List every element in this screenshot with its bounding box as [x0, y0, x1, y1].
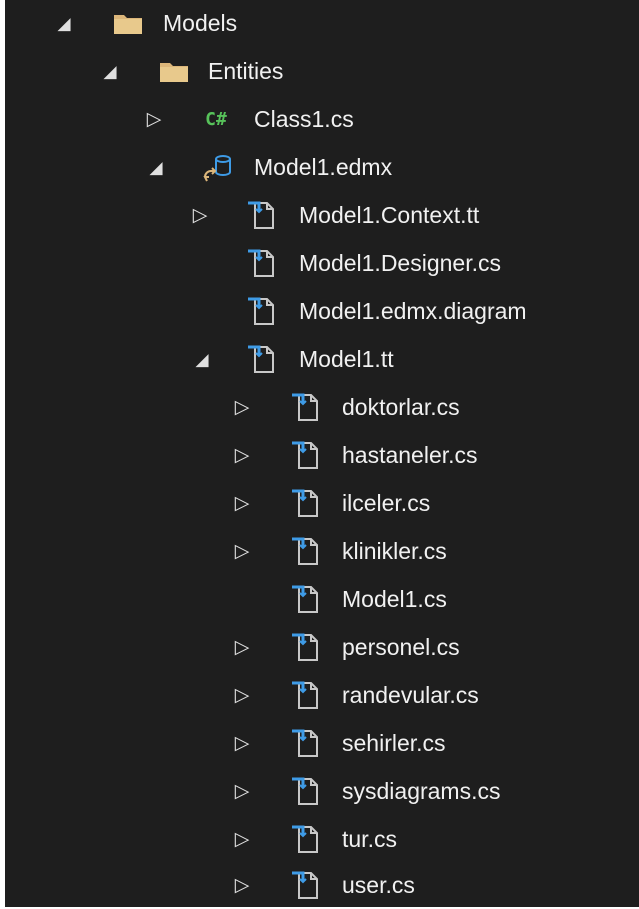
tree-node-label: Model1.edmx.diagram — [299, 298, 527, 324]
tree-node-label: randevular.cs — [342, 682, 479, 708]
tree-node-model1-edmx-diagram[interactable]: Model1.edmx.diagram — [5, 288, 639, 335]
generated-file-icon — [289, 487, 323, 519]
tree-node-model1-tt[interactable]: ◢ Model1.tt — [5, 336, 639, 383]
folder-icon — [157, 55, 191, 87]
tree-node-label: tur.cs — [342, 826, 397, 852]
collapsed-arrow-icon[interactable]: ▷ — [233, 541, 251, 561]
tree-node-label: Model1.Designer.cs — [299, 250, 501, 276]
tree-node-randevular-cs[interactable]: ▷ randevular.cs — [5, 672, 639, 719]
collapsed-arrow-icon[interactable]: ▷ — [233, 685, 251, 705]
collapsed-arrow-icon[interactable]: ▷ — [233, 637, 251, 657]
collapsed-arrow-icon[interactable]: ▷ — [145, 109, 163, 129]
tree-node-models[interactable]: ◢ Models — [5, 0, 639, 47]
collapsed-arrow-icon[interactable]: ▷ — [233, 493, 251, 513]
tree-node-model1-context-tt[interactable]: ▷ Model1.Context.tt — [5, 192, 639, 239]
collapsed-arrow-icon[interactable]: ▷ — [233, 781, 251, 801]
tree-node-label: klinikler.cs — [342, 538, 447, 564]
collapsed-arrow-icon[interactable]: ▷ — [233, 875, 251, 895]
tree-node-model1-designer-cs[interactable]: Model1.Designer.cs — [5, 240, 639, 287]
tree-node-user-cs[interactable]: ▷ user.cs — [5, 862, 639, 909]
generated-file-icon — [289, 631, 323, 663]
tree-node-label: Class1.cs — [254, 106, 354, 132]
csharp-file-icon: C# — [205, 108, 227, 130]
tree-node-label: user.cs — [342, 872, 415, 898]
collapsed-arrow-icon[interactable]: ▷ — [233, 397, 251, 417]
expanded-arrow-icon[interactable]: ◢ — [147, 157, 165, 177]
tree-node-label: Model1.tt — [299, 346, 394, 372]
tree-node-entities[interactable]: ◢ Entities — [5, 48, 639, 95]
tree-node-label: sysdiagrams.cs — [342, 778, 501, 804]
expanded-arrow-icon[interactable]: ◢ — [193, 349, 211, 369]
tree-node-model1-cs[interactable]: Model1.cs — [5, 576, 639, 623]
tree-node-label: personel.cs — [342, 634, 460, 660]
generated-file-icon — [289, 775, 323, 807]
generated-file-icon — [245, 343, 279, 375]
generated-file-icon — [245, 199, 279, 231]
generated-file-icon — [289, 869, 323, 901]
collapsed-arrow-icon[interactable]: ▷ — [233, 829, 251, 849]
tree-node-label: Models — [163, 10, 238, 36]
generated-file-icon — [289, 583, 323, 615]
tree-node-personel-cs[interactable]: ▷ personel.cs — [5, 624, 639, 671]
generated-file-icon — [289, 535, 323, 567]
generated-file-icon — [245, 295, 279, 327]
tree-node-label: doktorlar.cs — [342, 394, 460, 420]
folder-icon — [111, 7, 145, 39]
tree-node-label: hastaneler.cs — [342, 442, 478, 468]
solution-explorer-tree: ◢ Models ◢ Entities ▷ C# Class1.cs ◢ Mod… — [5, 0, 639, 907]
expanded-arrow-icon[interactable]: ◢ — [55, 13, 73, 33]
generated-file-icon — [289, 439, 323, 471]
tree-node-hastaneler-cs[interactable]: ▷ hastaneler.cs — [5, 432, 639, 479]
collapsed-arrow-icon[interactable]: ▷ — [233, 445, 251, 465]
tree-node-model1-edmx[interactable]: ◢ Model1.edmx — [5, 144, 639, 191]
tree-node-ilceler-cs[interactable]: ▷ ilceler.cs — [5, 480, 639, 527]
generated-file-icon — [245, 247, 279, 279]
collapsed-arrow-icon[interactable]: ▷ — [191, 205, 209, 225]
tree-node-label: Model1.cs — [342, 586, 447, 612]
tree-node-label: Model1.Context.tt — [299, 202, 480, 228]
collapsed-arrow-icon[interactable]: ▷ — [233, 733, 251, 753]
tree-node-label: Entities — [208, 58, 284, 84]
generated-file-icon — [289, 679, 323, 711]
tree-node-label: sehirler.cs — [342, 730, 446, 756]
tree-node-klinikler-cs[interactable]: ▷ klinikler.cs — [5, 528, 639, 575]
tree-node-label: Model1.edmx — [254, 154, 393, 180]
tree-node-label: ilceler.cs — [342, 490, 431, 516]
generated-file-icon — [289, 727, 323, 759]
edmx-database-icon — [201, 151, 235, 183]
tree-node-sysdiagrams-cs[interactable]: ▷ sysdiagrams.cs — [5, 768, 639, 815]
tree-node-tur-cs[interactable]: ▷ tur.cs — [5, 816, 639, 863]
expanded-arrow-icon[interactable]: ◢ — [101, 61, 119, 81]
generated-file-icon — [289, 823, 323, 855]
tree-node-sehirler-cs[interactable]: ▷ sehirler.cs — [5, 720, 639, 767]
generated-file-icon — [289, 391, 323, 423]
tree-node-doktorlar-cs[interactable]: ▷ doktorlar.cs — [5, 384, 639, 431]
tree-node-class1-cs[interactable]: ▷ C# Class1.cs — [5, 96, 639, 143]
